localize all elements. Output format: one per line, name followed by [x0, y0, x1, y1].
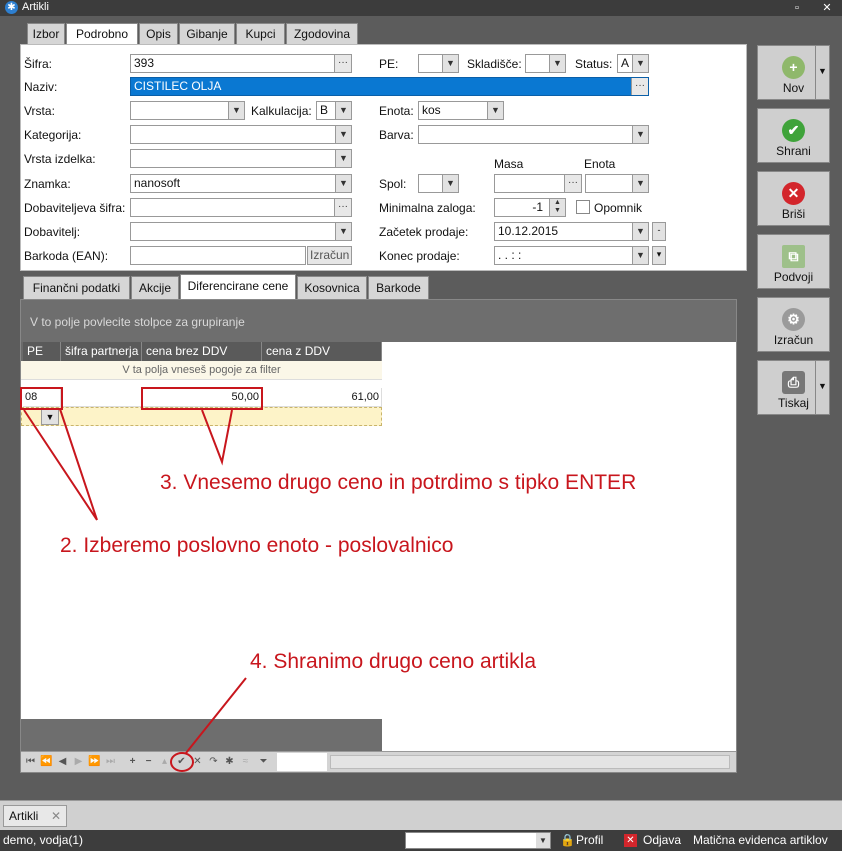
arrow-4	[185, 677, 247, 754]
annotation-step-4: 4. Shranimo drugo ceno artikla	[250, 650, 536, 673]
arrow-3	[201, 409, 233, 466]
module-name: Matična evidenca artiklov	[693, 833, 828, 847]
close-tab-icon[interactable]: ✕	[51, 806, 61, 826]
doc-tab-label: Artikli	[9, 809, 39, 823]
annotation-overlay	[20, 387, 263, 772]
odjava-link[interactable]: Odjava	[643, 830, 681, 851]
highlight-pe-cell	[20, 387, 63, 410]
highlight-price-cell	[141, 387, 263, 410]
document-tabs-bar: Artikli ✕	[0, 800, 842, 830]
status-user: demo, vodja(1)	[3, 833, 84, 847]
arrow-2	[23, 408, 98, 521]
status-bar: demo, vodja(1) ▼ 🔒 Profil ✕ Odjava Matič…	[0, 830, 842, 851]
doc-tab-artikli[interactable]: Artikli ✕	[3, 805, 67, 827]
status-combo[interactable]: ▼	[405, 832, 551, 849]
chevron-down-icon[interactable]: ▼	[536, 833, 550, 848]
highlight-save-check	[170, 752, 194, 772]
profil-link[interactable]: Profil	[576, 830, 603, 851]
annotation-step-2: 2. Izberemo poslovno enoto - poslovalnic…	[60, 534, 454, 557]
logout-icon: ✕	[624, 834, 637, 847]
annotation-step-3: 3. Vnesemo drugo ceno in potrdimo s tipk…	[160, 471, 637, 494]
lock-icon: 🔒	[560, 833, 575, 847]
